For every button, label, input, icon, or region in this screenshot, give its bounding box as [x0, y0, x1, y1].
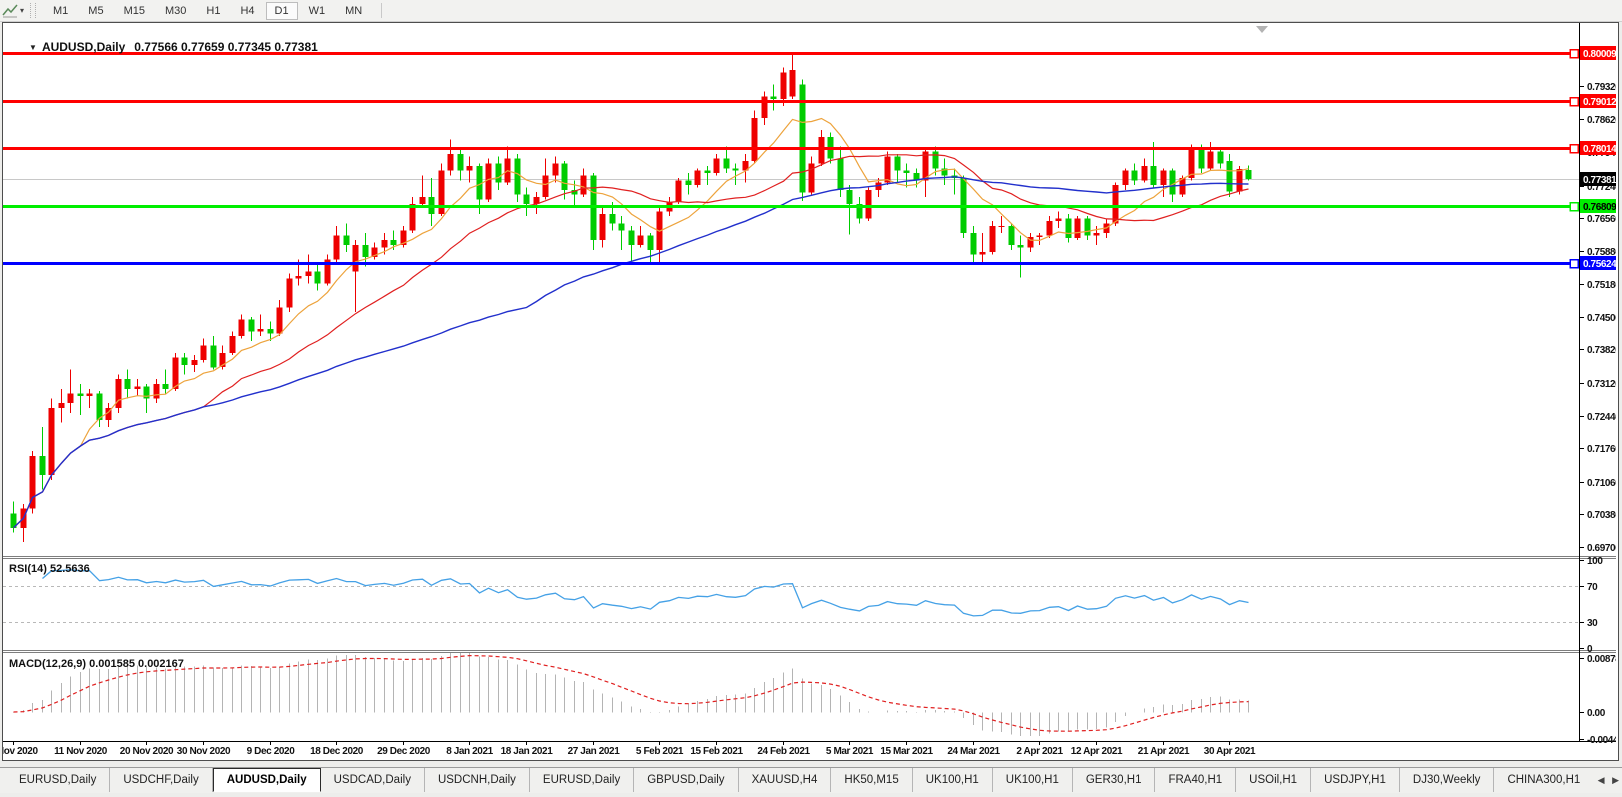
chart-tab-usdjpy-h1[interactable]: USDJPY,H1	[1311, 768, 1400, 792]
svg-text:27 Jan 2021: 27 Jan 2021	[568, 746, 621, 757]
chart-tab-uk100-h1[interactable]: UK100,H1	[993, 768, 1073, 792]
svg-text:0.76809: 0.76809	[1583, 202, 1616, 213]
chart-tab-eurusd-daily[interactable]: EURUSD,Daily	[530, 768, 635, 792]
svg-text:2 Nov 2020: 2 Nov 2020	[3, 746, 38, 757]
svg-text:0.70380: 0.70380	[1587, 510, 1616, 521]
svg-text:-0.004451: -0.004451	[1587, 735, 1616, 746]
svg-text:0.71760: 0.71760	[1587, 444, 1616, 455]
svg-text:0.00: 0.00	[1587, 708, 1606, 719]
svg-text:0.78620: 0.78620	[1587, 115, 1616, 126]
chart-tab-hk50-m15[interactable]: HK50,M15	[831, 768, 913, 792]
tab-scroll-arrows: ◀ ▶	[1593, 775, 1619, 786]
svg-text:11 Nov 2020: 11 Nov 2020	[54, 746, 108, 757]
tab-scroll-left-icon[interactable]: ◀	[1598, 775, 1605, 785]
svg-text:21 Apr 2021: 21 Apr 2021	[1138, 746, 1190, 757]
svg-text:0.75180: 0.75180	[1587, 280, 1616, 291]
svg-text:0.73120: 0.73120	[1587, 379, 1616, 390]
chart-tabs: EURUSD,Daily USDCHF,Daily AUDUSD,Daily USDC…	[0, 768, 1586, 792]
chart-line-tool-icon[interactable]	[1, 3, 19, 18]
svg-text:0.79012: 0.79012	[1583, 97, 1616, 108]
chart-tab-bar: EURUSD,Daily USDCHF,Daily AUDUSD,Daily USDC…	[0, 767, 1622, 793]
chart-shift-marker	[1256, 26, 1268, 33]
svg-text:2 Apr 2021: 2 Apr 2021	[1016, 746, 1063, 757]
svg-text:70: 70	[1587, 582, 1598, 593]
tool-dropdown-caret-icon[interactable]: ▾	[20, 6, 24, 15]
tab-scroll-right-icon[interactable]: ▶	[1612, 775, 1619, 785]
svg-text:15 Mar 2021: 15 Mar 2021	[880, 746, 933, 757]
chart-tab-usdcad-daily[interactable]: USDCAD,Daily	[321, 768, 425, 792]
svg-text:15 Feb 2021: 15 Feb 2021	[690, 746, 743, 757]
chart-tab-usdcnh-daily[interactable]: USDCNH,Daily	[425, 768, 530, 792]
chart-tab-gbpusd-daily[interactable]: GBPUSD,Daily	[634, 768, 739, 792]
svg-text:0.80009: 0.80009	[1583, 49, 1616, 60]
svg-text:24 Feb 2021: 24 Feb 2021	[757, 746, 810, 757]
svg-text:0.78014: 0.78014	[1583, 144, 1616, 155]
svg-text:0.75624: 0.75624	[1583, 259, 1616, 270]
chart-tab-usoil-h1[interactable]: USOil,H1	[1236, 768, 1312, 792]
svg-text:5 Mar 2021: 5 Mar 2021	[826, 746, 874, 757]
svg-text:18 Jan 2021: 18 Jan 2021	[501, 746, 554, 757]
svg-text:0.73820: 0.73820	[1587, 345, 1616, 356]
timeframe-button-mn[interactable]: MN	[336, 2, 371, 20]
chart-tab-eurusd-daily[interactable]: EURUSD,Daily	[6, 768, 111, 792]
svg-text:30: 30	[1587, 618, 1598, 629]
toolbar-grip[interactable]	[30, 3, 37, 18]
chart-tab-audusd-daily[interactable]: AUDUSD,Daily	[212, 768, 321, 792]
chart-tab-ger30-h1[interactable]: GER30,H1	[1073, 768, 1156, 792]
timeframe-button-m30[interactable]: M30	[156, 2, 195, 20]
svg-text:29 Dec 2020: 29 Dec 2020	[377, 746, 431, 757]
svg-text:100: 100	[1587, 556, 1603, 567]
svg-text:0.79320: 0.79320	[1587, 82, 1616, 93]
svg-text:9 Dec 2020: 9 Dec 2020	[247, 746, 296, 757]
svg-text:24 Mar 2021: 24 Mar 2021	[947, 746, 1000, 757]
timeframe-button-h1[interactable]: H1	[197, 2, 229, 20]
timeframe-button-m1[interactable]: M1	[44, 2, 77, 20]
timeframe-button-m5[interactable]: M5	[79, 2, 112, 20]
svg-text:12 Apr 2021: 12 Apr 2021	[1071, 746, 1123, 757]
timeframe-button-group: M1 M5 M15 M30 H1 H4 D1 W1 MN	[43, 1, 372, 20]
chart-tab-uk100-h1[interactable]: UK100,H1	[913, 768, 993, 792]
svg-text:0.77381: 0.77381	[1583, 175, 1616, 186]
timeframe-button-d1[interactable]: D1	[265, 1, 298, 20]
chart-tab-dj30-weekly[interactable]: DJ30,Weekly	[1400, 768, 1495, 792]
timeframe-button-m15[interactable]: M15	[115, 2, 154, 20]
chart-toolbar: ▾ M1 M5 M15 M30 H1 H4 D1 W1 MN	[0, 0, 1622, 22]
chart-window: 0.793200.786200.779400.772400.765600.758…	[2, 22, 1619, 761]
timeframe-button-w1[interactable]: W1	[300, 2, 335, 20]
chart-tab-usdchf-daily[interactable]: USDCHF,Daily	[110, 768, 213, 792]
svg-text:30 Apr 2021: 30 Apr 2021	[1204, 746, 1256, 757]
svg-text:0.008782: 0.008782	[1587, 654, 1616, 665]
svg-text:0.71060: 0.71060	[1587, 478, 1616, 489]
svg-text:18 Dec 2020: 18 Dec 2020	[310, 746, 364, 757]
svg-text:0.69700: 0.69700	[1587, 543, 1616, 554]
chart-tab-china300-h1[interactable]: CHINA300,H1	[1494, 768, 1586, 792]
svg-text:0.76560: 0.76560	[1587, 214, 1616, 225]
toolbar-separator	[381, 3, 383, 18]
svg-text:0.72440: 0.72440	[1587, 412, 1616, 423]
svg-text:5 Feb 2021: 5 Feb 2021	[636, 746, 684, 757]
chart-tab-xauusd-h4[interactable]: XAUUSD,H4	[739, 768, 832, 792]
svg-text:8 Jan 2021: 8 Jan 2021	[446, 746, 493, 757]
svg-text:20 Nov 2020: 20 Nov 2020	[120, 746, 174, 757]
chart-canvas[interactable]: 0.793200.786200.779400.772400.765600.758…	[3, 23, 1616, 758]
chart-tab-fra40-h1[interactable]: FRA40,H1	[1155, 768, 1237, 792]
timeframe-button-h4[interactable]: H4	[231, 2, 263, 20]
svg-text:30 Nov 2020: 30 Nov 2020	[177, 746, 231, 757]
svg-text:0.74500: 0.74500	[1587, 313, 1616, 324]
